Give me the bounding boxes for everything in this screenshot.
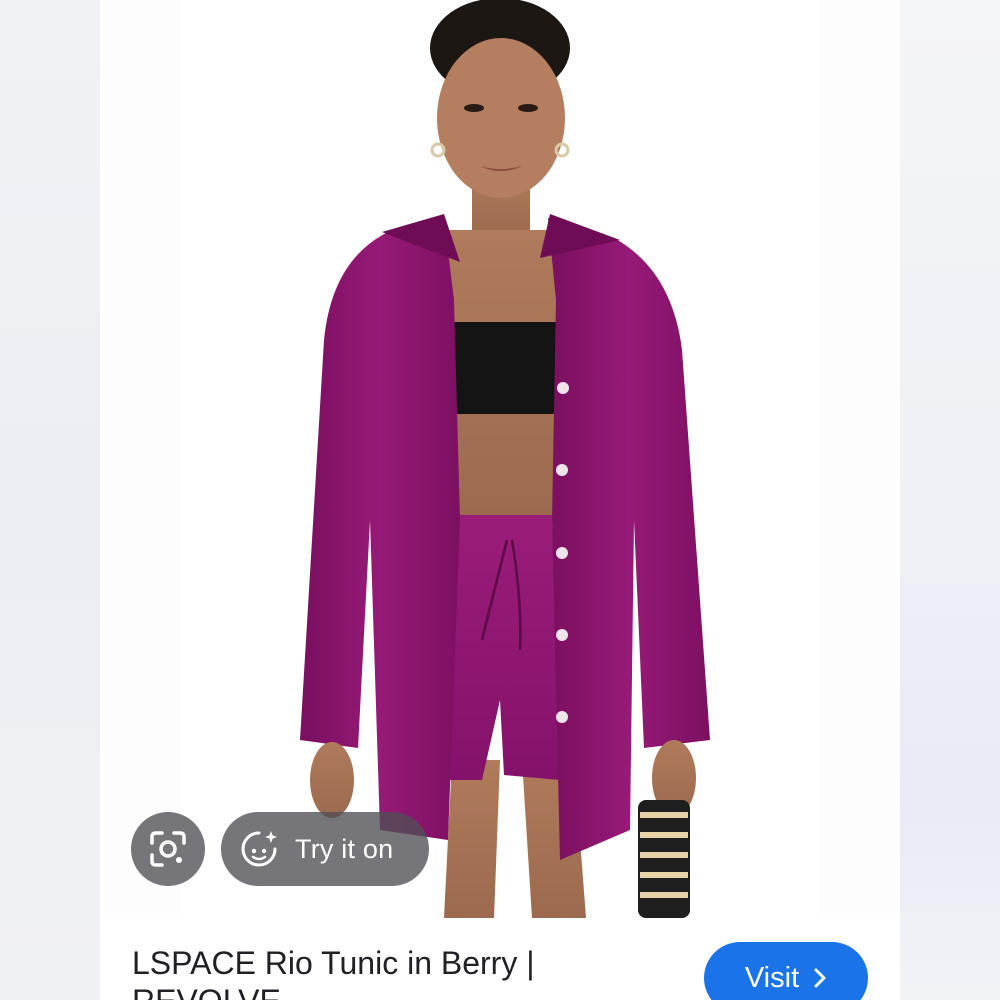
visit-label: Visit (744, 961, 800, 994)
image-frame-left (100, 0, 182, 918)
blurred-right-panel (900, 0, 1000, 1000)
try-it-on-button[interactable]: Try it on (221, 812, 429, 886)
blurred-left-panel (0, 0, 100, 1000)
chevron-right-icon (813, 967, 827, 989)
bandeau-top (450, 322, 558, 414)
image-frame-right (818, 0, 900, 918)
result-card[interactable]: LSPACE Rio Tunic in Berry | REVOLVE Visi… (100, 918, 900, 1000)
shorts-shape (444, 515, 560, 780)
visit-button[interactable]: Visit (704, 942, 868, 1000)
result-title[interactable]: LSPACE Rio Tunic in Berry | REVOLVE (132, 944, 592, 1000)
product-photo-illustration (300, 0, 710, 918)
product-image[interactable] (182, 0, 818, 918)
image-search-result-screen: Try it on LSPACE Rio Tunic in Berry | RE… (0, 0, 1000, 1000)
lens-search-button[interactable] (131, 812, 205, 886)
face-shape (437, 38, 565, 198)
lens-camera-icon (150, 831, 186, 867)
try-on-sparkle-icon (237, 827, 281, 871)
try-it-on-label: Try it on (295, 833, 394, 864)
